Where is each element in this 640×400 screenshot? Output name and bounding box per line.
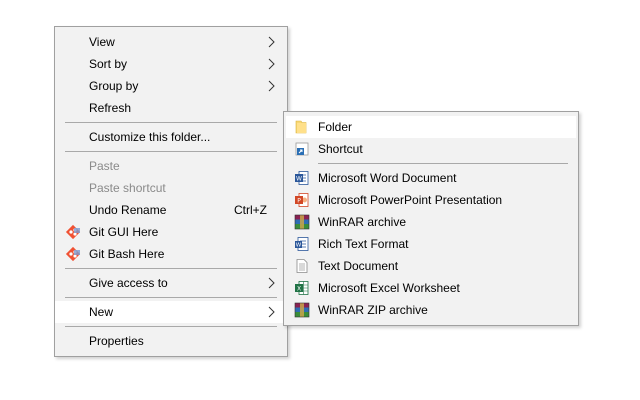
menu-item-label: Undo Rename	[89, 203, 167, 217]
submenu-item-folder[interactable]: Folder	[286, 116, 576, 138]
winrar-icon	[294, 214, 310, 230]
menu-item-give-access[interactable]: Give access to	[55, 272, 287, 294]
menu-separator	[65, 151, 277, 152]
submenu-item-winrar-zip[interactable]: WinRAR ZIP archive	[284, 299, 578, 321]
chevron-right-icon	[268, 36, 275, 48]
svg-text:W: W	[296, 243, 302, 249]
menu-item-refresh[interactable]: Refresh	[55, 97, 287, 119]
context-menu: View Sort by Group by Refresh Customize …	[54, 26, 288, 357]
svg-text:X: X	[297, 286, 301, 293]
folder-icon	[295, 120, 307, 134]
submenu-item-label: WinRAR ZIP archive	[318, 303, 428, 317]
excel-icon: X	[295, 281, 309, 295]
menu-separator	[318, 163, 568, 164]
submenu-item-label: Text Document	[318, 259, 399, 273]
new-submenu: Folder Shortcut W Microsoft Word Documen…	[283, 111, 579, 326]
chevron-right-icon	[268, 80, 275, 92]
menu-separator	[65, 326, 277, 327]
desktop[interactable]: View Sort by Group by Refresh Customize …	[0, 0, 640, 400]
svg-text:W: W	[296, 176, 302, 183]
menu-item-label: Give access to	[89, 276, 168, 290]
menu-item-label: Properties	[89, 334, 144, 348]
submenu-item-label: Microsoft Word Document	[318, 171, 457, 185]
word-icon: W	[295, 171, 309, 185]
submenu-item-shortcut[interactable]: Shortcut	[284, 138, 578, 160]
submenu-item-text-document[interactable]: Text Document	[284, 255, 578, 277]
menu-separator	[65, 122, 277, 123]
menu-item-git-bash-here[interactable]: Git Bash Here	[55, 243, 287, 265]
menu-item-group-by[interactable]: Group by	[55, 75, 287, 97]
menu-item-sort-by[interactable]: Sort by	[55, 53, 287, 75]
winrar-zip-icon	[294, 302, 310, 318]
menu-item-label: Git GUI Here	[89, 225, 159, 239]
menu-separator	[65, 268, 277, 269]
menu-item-label: Paste shortcut	[89, 181, 166, 195]
menu-item-git-gui-here[interactable]: Git GUI Here	[55, 221, 287, 243]
menu-item-paste[interactable]: Paste	[55, 155, 287, 177]
git-icon	[65, 224, 81, 240]
menu-item-new[interactable]: New	[55, 301, 287, 323]
powerpoint-icon: P	[295, 193, 309, 207]
submenu-item-label: Folder	[318, 120, 353, 134]
chevron-right-icon	[268, 306, 275, 318]
submenu-item-label: Shortcut	[318, 142, 363, 156]
menu-item-label: Sort by	[89, 57, 128, 71]
text-document-icon	[296, 259, 308, 273]
menu-item-customize-folder[interactable]: Customize this folder...	[55, 126, 287, 148]
menu-item-paste-shortcut[interactable]: Paste shortcut	[55, 177, 287, 199]
submenu-item-word-document[interactable]: W Microsoft Word Document	[284, 167, 578, 189]
rtf-icon: W	[295, 237, 309, 251]
submenu-item-label: WinRAR archive	[318, 215, 407, 229]
submenu-item-label: Microsoft Excel Worksheet	[318, 281, 460, 295]
menu-item-label: Group by	[89, 79, 139, 93]
shortcut-icon	[295, 142, 309, 156]
submenu-item-powerpoint[interactable]: P Microsoft PowerPoint Presentation	[284, 189, 578, 211]
menu-item-label: Customize this folder...	[89, 130, 211, 144]
chevron-right-icon	[268, 58, 275, 70]
menu-item-view[interactable]: View	[55, 31, 287, 53]
submenu-item-label: Rich Text Format	[318, 237, 409, 251]
menu-item-label: Paste	[89, 159, 120, 173]
git-icon	[65, 246, 81, 262]
submenu-item-winrar-archive[interactable]: WinRAR archive	[284, 211, 578, 233]
menu-item-properties[interactable]: Properties	[55, 330, 287, 352]
submenu-item-excel-worksheet[interactable]: X Microsoft Excel Worksheet	[284, 277, 578, 299]
menu-item-label: New	[89, 305, 114, 319]
svg-text:P: P	[297, 198, 301, 205]
menu-item-shortcut: Ctrl+Z	[234, 203, 267, 217]
menu-item-label: View	[89, 35, 115, 49]
menu-item-undo-rename[interactable]: Undo Rename Ctrl+Z	[55, 199, 287, 221]
chevron-right-icon	[268, 277, 275, 289]
submenu-item-label: Microsoft PowerPoint Presentation	[318, 193, 503, 207]
menu-item-label: Git Bash Here	[89, 247, 165, 261]
menu-item-label: Refresh	[89, 101, 132, 115]
menu-separator	[65, 297, 277, 298]
submenu-item-rich-text-format[interactable]: W Rich Text Format	[284, 233, 578, 255]
